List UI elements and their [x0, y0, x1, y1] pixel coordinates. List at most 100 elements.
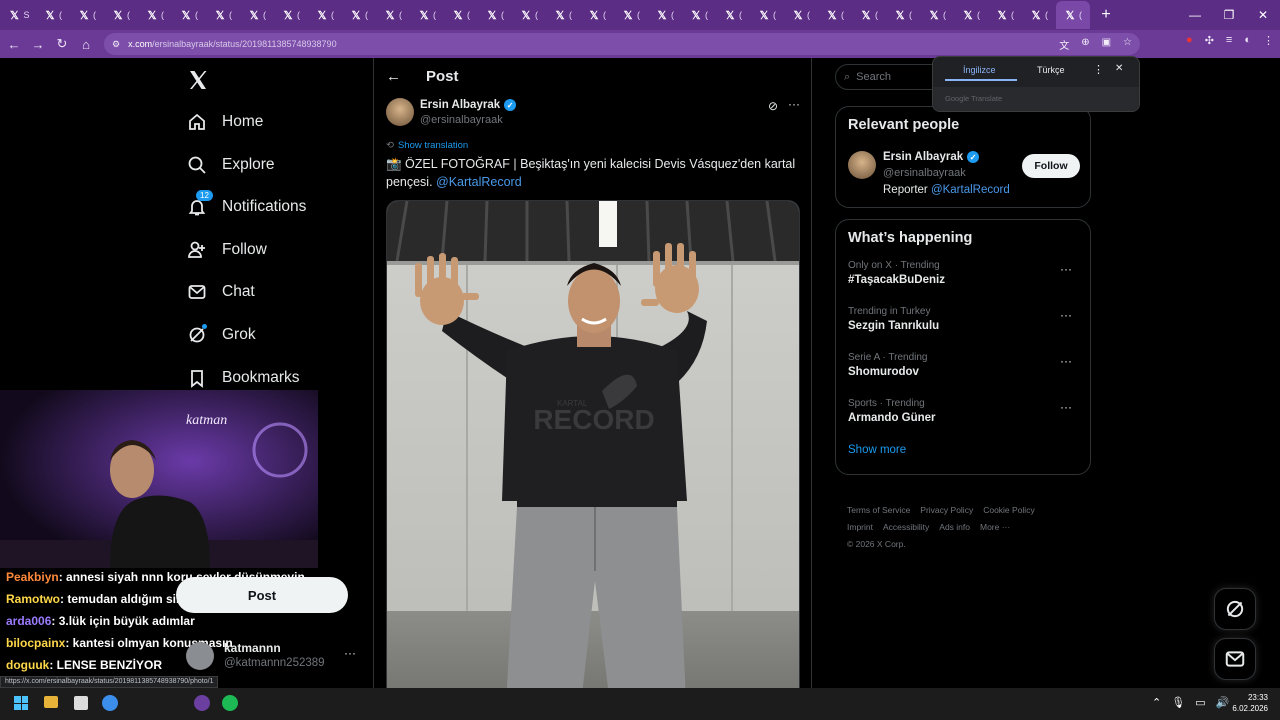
browser-tab[interactable]: 𝕏( — [852, 1, 886, 29]
browser-tab[interactable]: 𝕏( — [750, 1, 784, 29]
clock[interactable]: 23:33 6.02.2026 — [1224, 692, 1268, 714]
nav-chat[interactable]: Chat — [186, 272, 255, 312]
footer-link[interactable]: Ads info — [939, 522, 970, 532]
relevant-avatar[interactable] — [848, 151, 876, 179]
x-logo-icon[interactable] — [186, 68, 210, 92]
browser-tab[interactable]: 𝕏( — [988, 1, 1022, 29]
account-more-icon[interactable]: ··· — [344, 646, 356, 660]
nav-notifications[interactable]: 12 Notifications — [186, 187, 306, 227]
browser-tab[interactable]: 𝕏( — [716, 1, 750, 29]
author-name-row[interactable]: Ersin Albayrak ✓ — [420, 99, 517, 111]
footer-link[interactable]: Accessibility — [883, 522, 929, 532]
profile-avatar[interactable]: ◐ — [1244, 34, 1251, 47]
footer-link[interactable]: Imprint — [847, 522, 873, 532]
messages-fab[interactable] — [1214, 638, 1256, 680]
zoom-icon[interactable]: ⊕ — [1081, 37, 1089, 52]
footer-link[interactable]: More ··· — [980, 522, 1010, 532]
media-icon[interactable]: ≡ — [1226, 34, 1232, 47]
browser-tab[interactable]: 𝕏( — [376, 1, 410, 29]
star-icon[interactable]: ☆ — [1123, 37, 1132, 52]
browser-tab[interactable]: 𝕏( — [580, 1, 614, 29]
browser-tab[interactable]: 𝕏( — [444, 1, 478, 29]
reload-button[interactable]: ↻ — [50, 32, 74, 56]
browser-tab[interactable]: 𝕏( — [886, 1, 920, 29]
browser-tab[interactable]: 𝕏( — [920, 1, 954, 29]
browser-tab[interactable]: 𝕏( — [342, 1, 376, 29]
browser-tab[interactable]: 𝕏( — [104, 1, 138, 29]
mic-icon[interactable]: 🎙 — [1171, 696, 1185, 709]
footer-link[interactable]: Privacy Policy — [920, 505, 973, 515]
trend-item[interactable]: Only on X · Trending #TaşacakBuDeniz ··· — [848, 260, 1078, 306]
browser-tab[interactable]: 𝕏( — [818, 1, 852, 29]
translate-close-icon[interactable]: ✕ — [1115, 63, 1123, 74]
browser-tab[interactable]: 𝕏( — [172, 1, 206, 29]
file-explorer-icon[interactable] — [44, 696, 58, 708]
nav-home[interactable]: Home — [186, 102, 263, 142]
spotify-icon[interactable] — [222, 695, 238, 711]
extension-icon[interactable]: ● — [1186, 34, 1193, 47]
author-avatar[interactable] — [386, 98, 414, 126]
discord-icon[interactable] — [194, 695, 210, 711]
close-window-button[interactable]: ✕ — [1246, 0, 1280, 30]
trend-more-icon[interactable]: ··· — [1060, 262, 1072, 276]
more-options-icon[interactable]: ··· — [788, 97, 800, 111]
trend-more-icon[interactable]: ··· — [1060, 354, 1072, 368]
trend-item[interactable]: Trending in Turkey Sezgin Tanrıkulu ··· — [848, 306, 1078, 352]
grok-fab[interactable] — [1214, 588, 1256, 630]
app-icon[interactable] — [74, 696, 88, 710]
translate-menu-icon[interactable]: ⋮ — [1093, 63, 1104, 76]
start-icon[interactable] — [14, 696, 28, 710]
browser-tab[interactable]: 𝕏( — [954, 1, 988, 29]
new-tab-button[interactable]: + — [1094, 6, 1118, 24]
puzzle-icon[interactable]: ✣ — [1205, 34, 1214, 47]
post-button[interactable]: Post — [176, 577, 348, 613]
display-icon[interactable]: ▭ — [1195, 696, 1205, 709]
footer-link[interactable]: Cookie Policy — [983, 505, 1035, 515]
browser-tab[interactable]: 𝕏( — [478, 1, 512, 29]
minimize-button[interactable]: — — [1178, 0, 1212, 30]
browser-tab[interactable]: 𝕏( — [274, 1, 308, 29]
home-button[interactable]: ⌂ — [74, 32, 98, 56]
follow-button[interactable]: Follow — [1022, 154, 1080, 178]
browser-tab[interactable]: 𝕏( — [784, 1, 818, 29]
browser-tab[interactable]: 𝕏( — [512, 1, 546, 29]
browser-tab[interactable]: 𝕏( — [70, 1, 104, 29]
address-bar[interactable]: ⚙ x.com/ersinalbayraak/status/2019811385… — [104, 33, 1140, 55]
show-more-link[interactable]: Show more — [848, 444, 1078, 456]
footer-link[interactable]: Terms of Service — [847, 505, 910, 515]
install-icon[interactable]: ▣ — [1102, 37, 1111, 52]
relevant-name-row[interactable]: Ersin Albayrak ✓ — [883, 151, 980, 163]
translate-tab-target[interactable]: Türkçe — [1037, 65, 1065, 75]
browser-tab[interactable]: 𝕏( — [308, 1, 342, 29]
back-arrow-icon[interactable]: ← — [386, 68, 401, 85]
site-info-icon[interactable]: ⚙ — [112, 39, 120, 50]
browser-tab[interactable]: 𝕏( — [206, 1, 240, 29]
relevant-bio-link[interactable]: @KartalRecord — [931, 184, 1010, 196]
nav-follow[interactable]: Follow — [186, 230, 267, 270]
browser-icon[interactable] — [102, 695, 118, 711]
browser-tab[interactable]: 𝕏( — [648, 1, 682, 29]
trend-more-icon[interactable]: ··· — [1060, 400, 1072, 414]
browser-tab[interactable]: 𝕏( — [410, 1, 444, 29]
maximize-button[interactable]: ❐ — [1212, 0, 1246, 30]
back-button[interactable]: ← — [2, 32, 26, 56]
menu-icon[interactable]: ⋮ — [1263, 34, 1274, 47]
browser-tab[interactable]: 𝕏S — [2, 1, 36, 29]
post-mention-link[interactable]: @KartalRecord — [436, 175, 522, 189]
trend-item[interactable]: Sports · Trending Armando Güner ··· — [848, 398, 1078, 444]
trend-more-icon[interactable]: ··· — [1060, 308, 1072, 322]
browser-tab[interactable]: 𝕏( — [36, 1, 70, 29]
tray-chevron-icon[interactable]: ⌃ — [1152, 696, 1161, 709]
trend-item[interactable]: Serie A · Trending Shomurodov ··· — [848, 352, 1078, 398]
browser-tab[interactable]: 𝕏( — [546, 1, 580, 29]
nav-grok[interactable]: Grok — [186, 315, 256, 355]
translate-icon[interactable]: 文 — [1059, 37, 1069, 52]
account-switcher[interactable]: katmannn @katmannn252389 ··· — [186, 638, 366, 674]
browser-tab[interactable]: 𝕏( — [682, 1, 716, 29]
grok-action-icon[interactable]: ⊘ — [768, 99, 778, 113]
show-translation-link[interactable]: ⟲ Show translation — [386, 140, 468, 151]
browser-tab[interactable]: 𝕏( — [1056, 1, 1090, 29]
nav-explore[interactable]: Explore — [186, 145, 275, 185]
browser-tab[interactable]: 𝕏( — [138, 1, 172, 29]
browser-tab[interactable]: 𝕏( — [240, 1, 274, 29]
